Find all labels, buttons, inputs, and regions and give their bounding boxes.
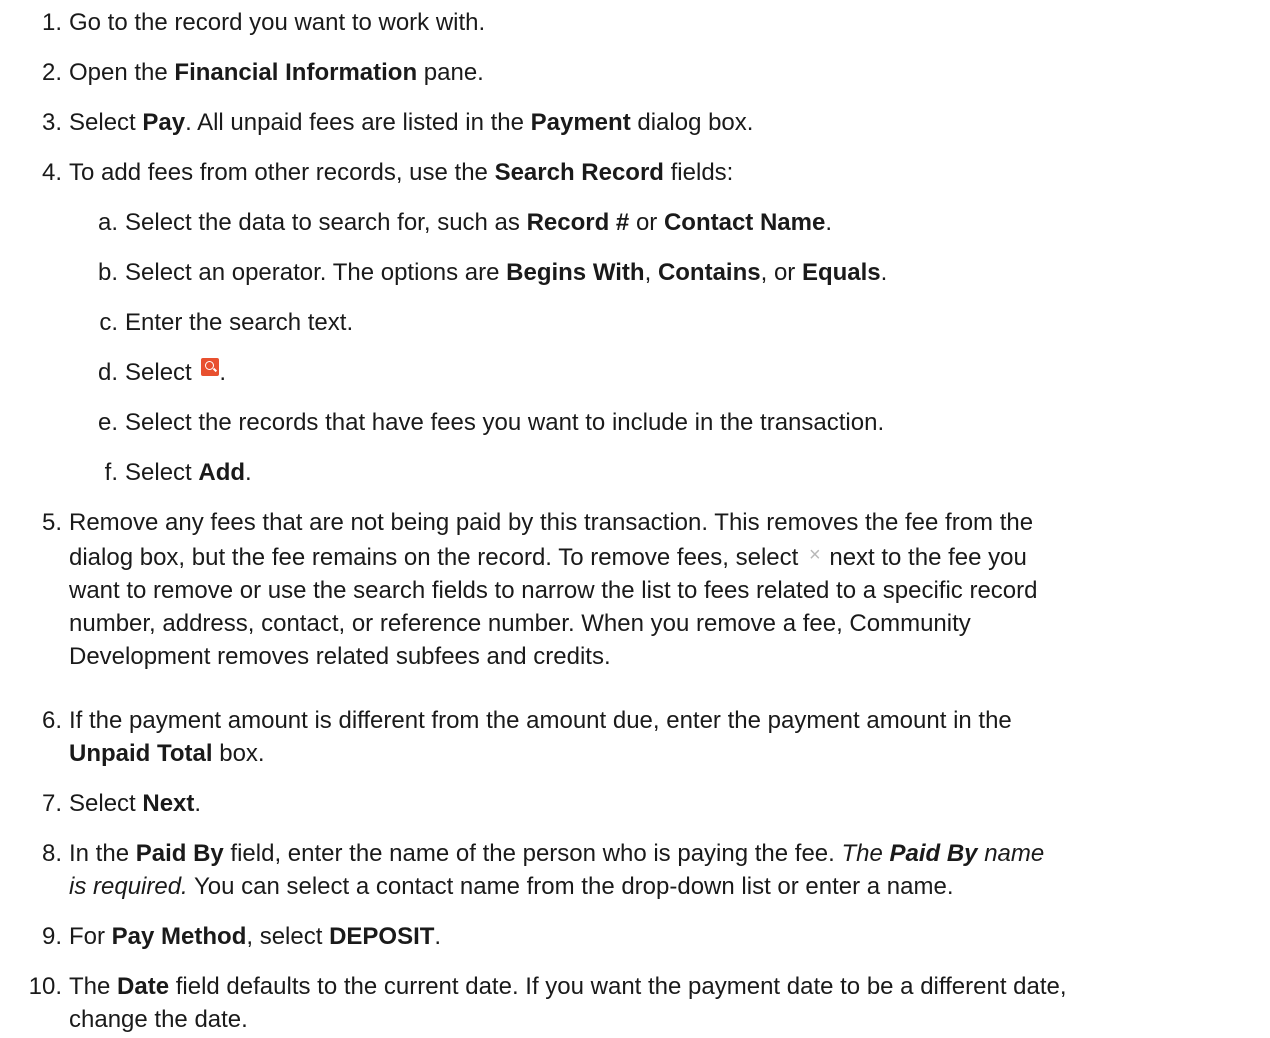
step-number: 1.: [41, 9, 62, 36]
step-number: 6.: [41, 707, 62, 734]
step-text: Select Add.: [125, 456, 1245, 489]
text-run: Remove any fees that are not being paid …: [69, 509, 1034, 536]
text-run: Enter the search text.: [125, 309, 354, 336]
ui-term: Record #: [526, 209, 630, 236]
text-run: Select: [69, 790, 143, 817]
step-text: For Pay Method, select DEPOSIT.: [69, 920, 1249, 953]
step-letter: e.: [97, 409, 118, 436]
step-text: Select Next.: [69, 787, 1249, 820]
step-text: Select the data to search for, such as R…: [125, 206, 1245, 239]
close-icon: ×: [808, 544, 821, 566]
text-run: , select: [246, 923, 330, 950]
text-run: field, enter the name of the person who …: [223, 840, 842, 867]
text-run: want to remove or use the search fields …: [69, 577, 1038, 604]
text-run: To add fees from other records, use the: [69, 159, 495, 186]
ui-term: Pay: [142, 109, 186, 136]
step-text: If the payment amount is different from …: [69, 704, 1249, 770]
text-run: .: [825, 209, 833, 236]
ui-term: Payment: [530, 109, 631, 136]
text-run: . All unpaid fees are listed in the: [185, 109, 531, 136]
ui-term: Next: [142, 790, 195, 817]
text-run: Go to the record you want to work with.: [69, 9, 486, 36]
text-run: dialog box, but the fee remains on the r…: [69, 544, 805, 571]
ui-term: Paid By: [135, 840, 224, 867]
step-number: 4.: [41, 159, 62, 186]
step-text: Remove any fees that are not being paid …: [69, 506, 1249, 673]
ui-term: Add: [198, 459, 246, 486]
step-number: 5.: [41, 509, 62, 536]
text-run: pane.: [417, 59, 484, 86]
step-letter: c.: [99, 309, 118, 336]
ui-term: Equals: [801, 259, 881, 286]
step-text: Enter the search text.: [125, 306, 1245, 339]
text-run: If the payment amount is different from …: [69, 707, 1012, 734]
step-number: 8.: [41, 840, 62, 867]
step-letter: b.: [97, 259, 118, 286]
ui-term: Unpaid Total: [69, 740, 213, 767]
text-run: Select the records that have fees you wa…: [125, 409, 885, 436]
step-text: To add fees from other records, use the …: [69, 156, 1249, 189]
step-text: Select .: [125, 356, 1245, 389]
text-run: or: [629, 209, 664, 236]
step-text: Open the Financial Information pane.: [69, 56, 1249, 89]
ui-term: Financial Information: [174, 59, 418, 86]
step-number: 9.: [41, 923, 62, 950]
ui-term: Search Record: [494, 159, 664, 186]
step-number: 10.: [28, 973, 62, 1000]
text-run: In the: [69, 840, 136, 867]
text-run: .: [434, 923, 442, 950]
step-number: 2.: [41, 59, 62, 86]
text-run: Select: [125, 359, 199, 386]
step-letter: f.: [104, 459, 118, 486]
text-run: .: [194, 790, 202, 817]
text-run: ,: [644, 259, 658, 286]
step-text: Select an operator. The options are Begi…: [125, 256, 1245, 289]
search-icon: [201, 358, 220, 376]
text-run: .: [219, 359, 227, 386]
text-run: Select an operator. The options are: [125, 259, 507, 286]
step-text: Select Pay. All unpaid fees are listed i…: [69, 106, 1249, 139]
ui-term: Contains: [657, 259, 761, 286]
text-run: next to the fee you: [822, 544, 1027, 571]
step-text: In the Paid By field, enter the name of …: [69, 837, 1249, 903]
ui-term: Date: [117, 973, 170, 1000]
text-run: fields:: [663, 159, 734, 186]
text-run: box.: [212, 740, 265, 767]
text-run: The: [69, 973, 118, 1000]
text-run: You can select a contact name from the d…: [187, 873, 954, 900]
step-text: Go to the record you want to work with.: [69, 6, 1249, 39]
step-number: 3.: [41, 109, 62, 136]
step-text: The Date field defaults to the current d…: [69, 970, 1249, 1036]
italic-text: is required.: [69, 873, 188, 900]
text-run: Select the data to search for, such as: [125, 209, 527, 236]
text-run: field defaults to the current date. If y…: [169, 973, 1067, 1000]
italic-text: name: [977, 840, 1045, 867]
text-run: .: [245, 459, 252, 486]
step-number: 7.: [41, 790, 62, 817]
text-run: number, address, contact, or reference n…: [69, 610, 971, 637]
bold-italic-text: Paid By: [889, 840, 978, 867]
text-run: dialog box.: [630, 109, 754, 136]
ui-term: DEPOSIT: [329, 923, 435, 950]
text-run: Development removes related subfees and …: [69, 643, 611, 670]
ui-term: Begins With: [506, 259, 645, 286]
ui-term: Pay Method: [111, 923, 247, 950]
text-run: .: [880, 259, 888, 286]
text-run: Select: [125, 459, 199, 486]
text-run: Select: [69, 109, 143, 136]
text-run: change the date.: [69, 1006, 248, 1033]
step-letter: a.: [97, 209, 118, 236]
italic-text: The: [841, 840, 890, 867]
step-letter: d.: [97, 359, 118, 386]
text-run: Open the: [69, 59, 175, 86]
step-text: Select the records that have fees you wa…: [125, 406, 1245, 439]
text-run: For: [69, 923, 112, 950]
text-run: , or: [760, 259, 802, 286]
ui-term: Contact Name: [663, 209, 826, 236]
